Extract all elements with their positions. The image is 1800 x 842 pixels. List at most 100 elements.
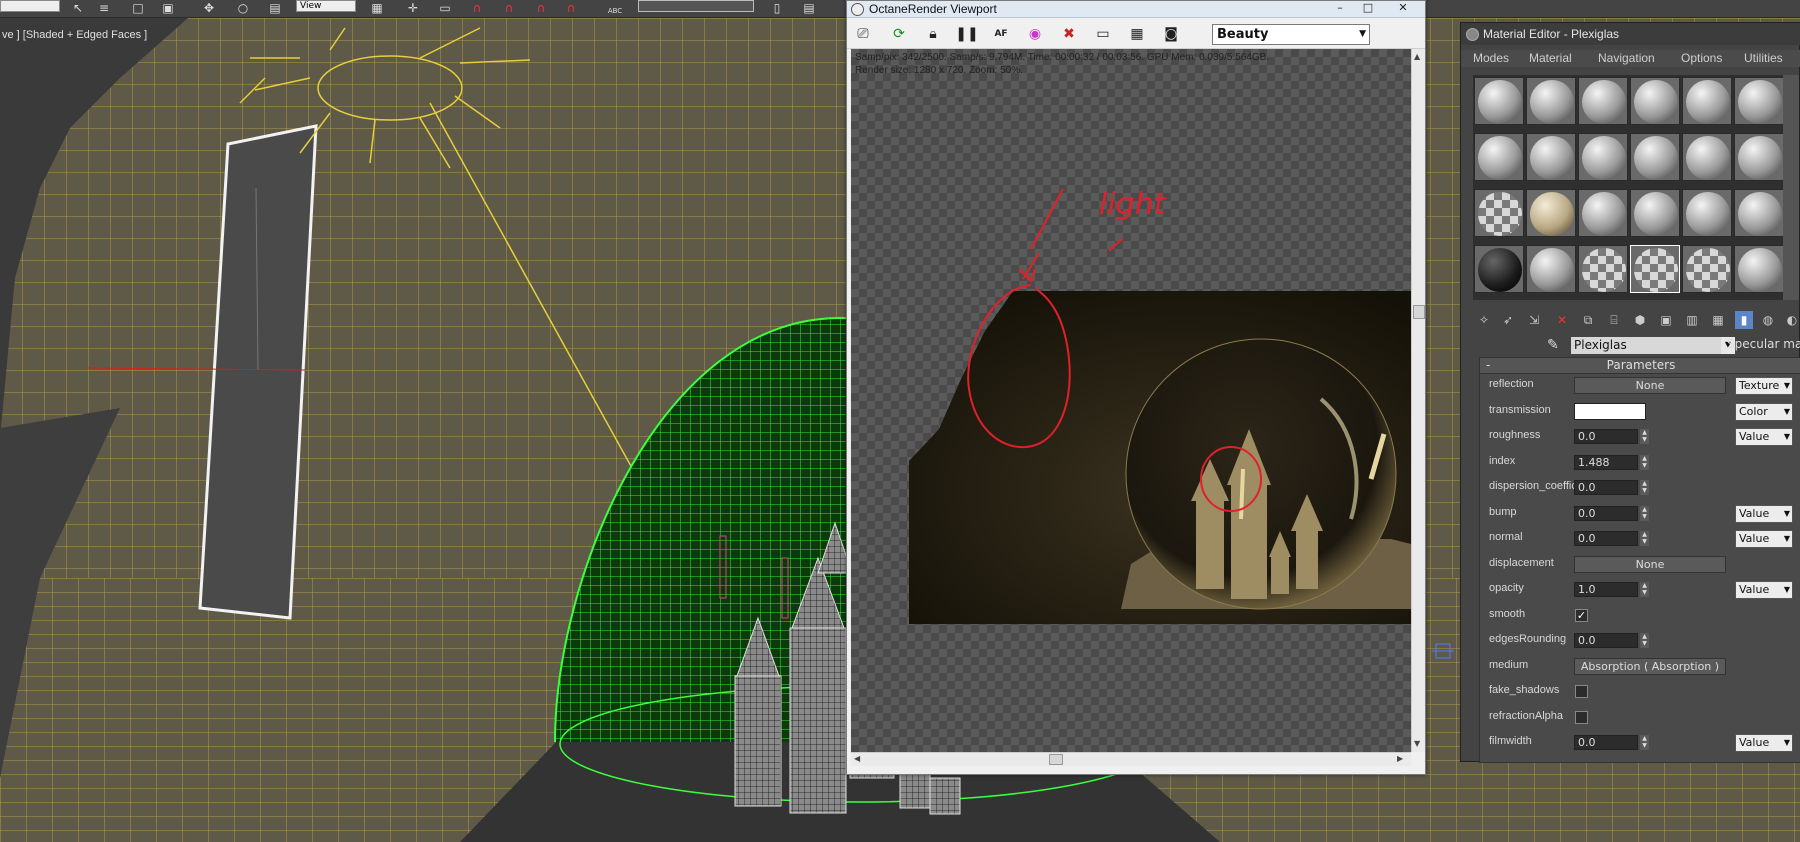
horizontal-scrollbar[interactable]: ◀ ▶ — [851, 752, 1411, 766]
param-type-select[interactable]: Value ▼ — [1735, 581, 1793, 599]
maximize-button[interactable]: □ — [1355, 1, 1381, 17]
reference-coordinate-dropdown[interactable]: View — [296, 0, 356, 12]
selection-set-dropdown[interactable] — [0, 0, 60, 12]
octane-viewport-window[interactable]: OctaneRender Viewport – □ ✕ ⎚ ⟳ 🔒︎ ❚❚ AF… — [846, 0, 1426, 775]
select-manipulate-icon[interactable]: ✛ — [404, 0, 422, 16]
material-slot[interactable] — [1682, 189, 1732, 237]
go-forward-sibling-icon[interactable]: ◍ — [1759, 311, 1777, 329]
clear-icon[interactable]: ✖ — [1059, 24, 1079, 44]
param-spinner-input[interactable]: 0.0 — [1574, 531, 1638, 546]
horizontal-scroll-thumb[interactable] — [1049, 754, 1063, 765]
param-map-button[interactable]: Absorption ( Absorption ) — [1574, 657, 1726, 675]
scroll-up-icon[interactable]: ▲ — [1414, 52, 1420, 61]
param-map-button[interactable]: None — [1574, 377, 1726, 394]
spinner-arrows-icon[interactable]: ▲ ▼ — [1640, 531, 1649, 546]
lock-icon[interactable]: 🔒︎ — [923, 24, 943, 44]
parameters-rollout-header[interactable]: - Parameters — [1480, 358, 1800, 374]
pick-material-icon[interactable]: ◐ — [1783, 311, 1800, 329]
material-slot[interactable] — [1526, 189, 1576, 237]
put-to-scene-icon[interactable]: ➶ — [1499, 311, 1517, 329]
material-slot[interactable] — [1630, 245, 1680, 293]
material-slot[interactable] — [1578, 133, 1628, 181]
spinner-snap-icon[interactable]: ∩ — [562, 0, 580, 16]
param-type-select[interactable]: Value ▼ — [1735, 504, 1793, 523]
param-spinner-input[interactable]: 0.0 — [1574, 429, 1638, 444]
octane-render-canvas[interactable]: light — [851, 49, 1411, 752]
material-slot[interactable] — [1630, 77, 1680, 125]
spinner-arrows-icon[interactable]: ▲ ▼ — [1640, 582, 1649, 597]
scroll-left-icon[interactable]: ◀ — [854, 754, 860, 763]
angle-snap-icon[interactable]: ∩ — [500, 0, 518, 16]
material-slot[interactable] — [1682, 245, 1732, 293]
material-slot[interactable] — [1734, 189, 1784, 237]
scale-icon[interactable]: ▤ — [266, 0, 284, 16]
material-editor-titlebar[interactable]: Material Editor - Plexiglas — [1461, 23, 1800, 45]
vertical-scrollbar[interactable]: ▲ ▼ — [1411, 49, 1425, 752]
settings-icon[interactable]: ▭ — [1093, 24, 1113, 44]
material-type-button[interactable]: Specular materi — [1727, 337, 1800, 351]
spinner-arrows-icon[interactable]: ▲ ▼ — [1640, 633, 1649, 648]
put-to-library-icon[interactable]: ⬢ — [1631, 311, 1649, 329]
move-icon[interactable]: ✥ — [200, 0, 218, 16]
render-pass-select[interactable]: Beauty ▼ — [1212, 24, 1370, 45]
mirror-icon[interactable]: ▯ — [768, 0, 786, 16]
frame-icon[interactable]: ▦ — [1127, 24, 1147, 44]
snap-toggle-icon[interactable]: ∩ — [468, 0, 486, 16]
align-icon[interactable]: ▤ — [800, 0, 818, 16]
spinner-arrows-icon[interactable]: ▲ ▼ — [1640, 454, 1649, 470]
camera-view-icon[interactable]: ⎚ — [853, 24, 873, 44]
material-slot[interactable] — [1578, 189, 1628, 237]
percent-snap-icon[interactable]: ∩ — [532, 0, 550, 16]
param-type-select[interactable]: Value ▼ — [1735, 530, 1793, 548]
af-icon[interactable]: AF — [991, 24, 1011, 44]
named-selection-dropdown[interactable] — [638, 0, 754, 12]
param-checkbox[interactable] — [1575, 710, 1588, 724]
color-picker-icon[interactable]: ◉ — [1025, 24, 1045, 44]
param-checkbox[interactable]: ✓ — [1575, 608, 1588, 622]
keyboard-shortcut-icon[interactable]: ▭ — [436, 0, 454, 16]
param-type-select[interactable]: Color ▼ — [1735, 402, 1793, 421]
material-slot[interactable] — [1734, 77, 1784, 125]
material-slot[interactable] — [1578, 245, 1628, 293]
material-id-icon[interactable]: ▣ — [1657, 311, 1675, 329]
go-to-parent-icon[interactable]: ▮ — [1735, 311, 1753, 329]
scroll-right-icon[interactable]: ▶ — [1397, 754, 1403, 763]
make-copy-icon[interactable]: ⧉ — [1579, 311, 1597, 329]
material-slot[interactable] — [1526, 133, 1576, 181]
pause-icon[interactable]: ❚❚ — [955, 24, 978, 44]
material-slot[interactable] — [1474, 77, 1524, 125]
camera-save-icon[interactable]: ◙ — [1161, 24, 1181, 44]
select-by-name-icon[interactable]: ≡ — [96, 0, 112, 16]
spinner-arrows-icon[interactable]: ▲ ▼ — [1640, 429, 1649, 444]
reset-material-icon[interactable]: ✕ — [1553, 311, 1571, 329]
rectangle-select-icon[interactable]: □ — [130, 0, 146, 16]
select-object-icon[interactable]: ↖ — [70, 0, 86, 16]
param-spinner-input[interactable]: 1.488 — [1574, 454, 1638, 470]
viewport-label[interactable]: ve ] [Shaded + Edged Faces ] — [2, 29, 147, 41]
eyedropper-icon[interactable]: ✎ — [1547, 337, 1559, 353]
param-spinner-input[interactable]: 0.0 — [1574, 735, 1638, 750]
octane-titlebar[interactable]: OctaneRender Viewport – □ ✕ — [847, 1, 1425, 18]
get-material-icon[interactable]: ✧ — [1475, 311, 1493, 329]
sample-slots-scrollbar[interactable] — [1783, 75, 1799, 300]
window-crossing-icon[interactable]: ▣ — [160, 0, 176, 16]
menu-navigation[interactable]: Navigation — [1598, 51, 1655, 65]
menu-material[interactable]: Material — [1529, 51, 1572, 65]
pivot-icon[interactable]: ▦ — [368, 0, 386, 16]
close-button[interactable]: ✕ — [1383, 1, 1423, 17]
show-end-result-icon[interactable]: ▦ — [1709, 311, 1727, 329]
material-editor-window[interactable]: Material Editor - Plexiglas Modes Materi… — [1460, 22, 1800, 763]
abc-icon[interactable]: ABC — [604, 0, 626, 16]
param-type-select[interactable]: Value ▼ — [1735, 428, 1793, 446]
param-spinner-input[interactable]: 0.0 — [1574, 480, 1638, 495]
show-map-icon[interactable]: ▥ — [1683, 311, 1701, 329]
material-slot[interactable] — [1630, 133, 1680, 181]
spinner-arrows-icon[interactable]: ▲ ▼ — [1640, 735, 1649, 750]
menu-options[interactable]: Options — [1681, 51, 1722, 65]
material-slot[interactable] — [1734, 133, 1784, 181]
material-slot[interactable] — [1474, 189, 1524, 237]
vertical-scroll-thumb[interactable] — [1413, 305, 1425, 319]
rotate-icon[interactable]: ○ — [234, 0, 252, 16]
param-spinner-input[interactable]: 0.0 — [1574, 633, 1638, 648]
param-map-button[interactable]: None — [1574, 555, 1726, 573]
